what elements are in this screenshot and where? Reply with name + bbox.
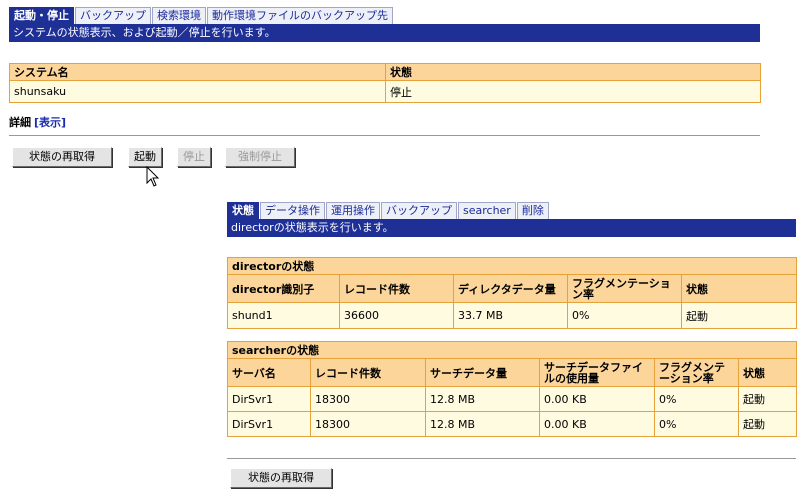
- table-cell: 12.8 MB: [425, 411, 540, 437]
- column-header-fragmentation: フラグメンテーション率: [567, 274, 682, 303]
- tab-search-env[interactable]: 検索環境: [152, 7, 206, 24]
- table-cell: 36600: [339, 302, 454, 329]
- table-cell: shund1: [227, 302, 340, 329]
- table-row: DirSvr1 18300 12.8 MB 0.00 KB 0% 起動: [227, 411, 797, 437]
- tab-backup[interactable]: バックアップ: [75, 7, 151, 24]
- top-tab-bar: 起動・停止 バックアップ 検索環境 動作環境ファイルのバックアップ先: [9, 7, 394, 24]
- tab-operation[interactable]: 運用操作: [326, 202, 380, 219]
- mouse-cursor-icon: [146, 166, 160, 187]
- table-cell: 0.00 KB: [539, 411, 655, 437]
- divider-bottom: [227, 458, 796, 459]
- detail-section: 詳細 [表示]: [9, 114, 66, 130]
- column-header-status: 状態: [738, 358, 797, 387]
- divider: [9, 135, 760, 136]
- sub-tab-bar: 状態 データ操作 運用操作 バックアップ searcher 削除: [227, 202, 550, 219]
- table-cell: 起動: [680, 302, 798, 329]
- column-header-server-name: サーバ名: [227, 358, 311, 387]
- column-header-search-data: サーチデータ量: [425, 358, 540, 387]
- table-cell: 12.8 MB: [425, 386, 540, 412]
- tab-start-stop[interactable]: 起動・停止: [9, 7, 74, 24]
- table-row: DirSvr1 18300 12.8 MB 0.00 KB 0% 起動: [227, 386, 797, 412]
- top-banner: システムの状態表示、および起動／停止を行います。: [9, 24, 760, 42]
- table-row: shund1 36600 33.7 MB 0% 起動: [227, 302, 798, 329]
- searcher-table-caption: searcherの状態: [227, 341, 797, 359]
- column-header-director-id: director識別子: [227, 274, 340, 303]
- table-row: shunsaku 停止: [9, 80, 761, 103]
- column-header-status: 状態: [385, 63, 761, 81]
- column-header-status: 状態: [680, 274, 798, 303]
- detail-show-link[interactable]: [表示]: [34, 116, 66, 129]
- table-cell: 起動: [738, 386, 797, 412]
- tab-data-ops[interactable]: データ操作: [260, 202, 325, 219]
- director-table-caption: directorの状態: [226, 257, 798, 275]
- director-status-table: directorの状態 director識別子 レコード件数 ディレクタデータ量…: [226, 257, 798, 329]
- table-cell: 33.7 MB: [453, 302, 568, 329]
- column-header-fragmentation: フラグメンテーション率: [654, 358, 739, 387]
- table-cell: DirSvr1: [227, 386, 311, 412]
- column-header-system-name: システム名: [9, 63, 386, 81]
- force-stop-button[interactable]: 強制停止: [225, 147, 295, 167]
- table-cell: 18300: [310, 386, 426, 412]
- system-name-cell: shunsaku: [9, 80, 386, 103]
- column-header-director-data: ディレクタデータ量: [453, 274, 568, 303]
- table-cell: 0%: [654, 386, 739, 412]
- table-cell: 0%: [654, 411, 739, 437]
- stop-button[interactable]: 停止: [177, 147, 211, 167]
- system-status-table: システム名 状態 shunsaku 停止: [9, 63, 761, 103]
- tab-status[interactable]: 状態: [227, 202, 259, 219]
- column-header-record-count: レコード件数: [310, 358, 426, 387]
- column-header-search-file-usage: サーチデータファイルの使用量: [539, 358, 655, 387]
- system-status-cell: 停止: [385, 80, 761, 103]
- table-cell: 起動: [738, 411, 797, 437]
- start-button[interactable]: 起動: [128, 147, 162, 167]
- table-cell: 0.00 KB: [539, 386, 655, 412]
- table-cell: DirSvr1: [227, 411, 311, 437]
- refresh-status-bottom-button[interactable]: 状態の再取得: [230, 468, 332, 488]
- detail-label: 詳細: [9, 116, 31, 129]
- tab-delete[interactable]: 削除: [516, 202, 549, 219]
- column-header-record-count: レコード件数: [339, 274, 454, 303]
- searcher-status-table: searcherの状態 サーバ名 レコード件数 サーチデータ量 サーチデータファ…: [227, 341, 797, 437]
- tab-searcher[interactable]: searcher: [458, 202, 516, 219]
- sub-banner: directorの状態表示を行います。: [227, 219, 796, 237]
- refresh-status-button[interactable]: 状態の再取得: [12, 147, 112, 167]
- tab-config-backup-dest[interactable]: 動作環境ファイルのバックアップ先: [207, 7, 393, 24]
- table-cell: 0%: [567, 302, 682, 329]
- tab-sub-backup[interactable]: バックアップ: [381, 202, 457, 219]
- table-cell: 18300: [310, 411, 426, 437]
